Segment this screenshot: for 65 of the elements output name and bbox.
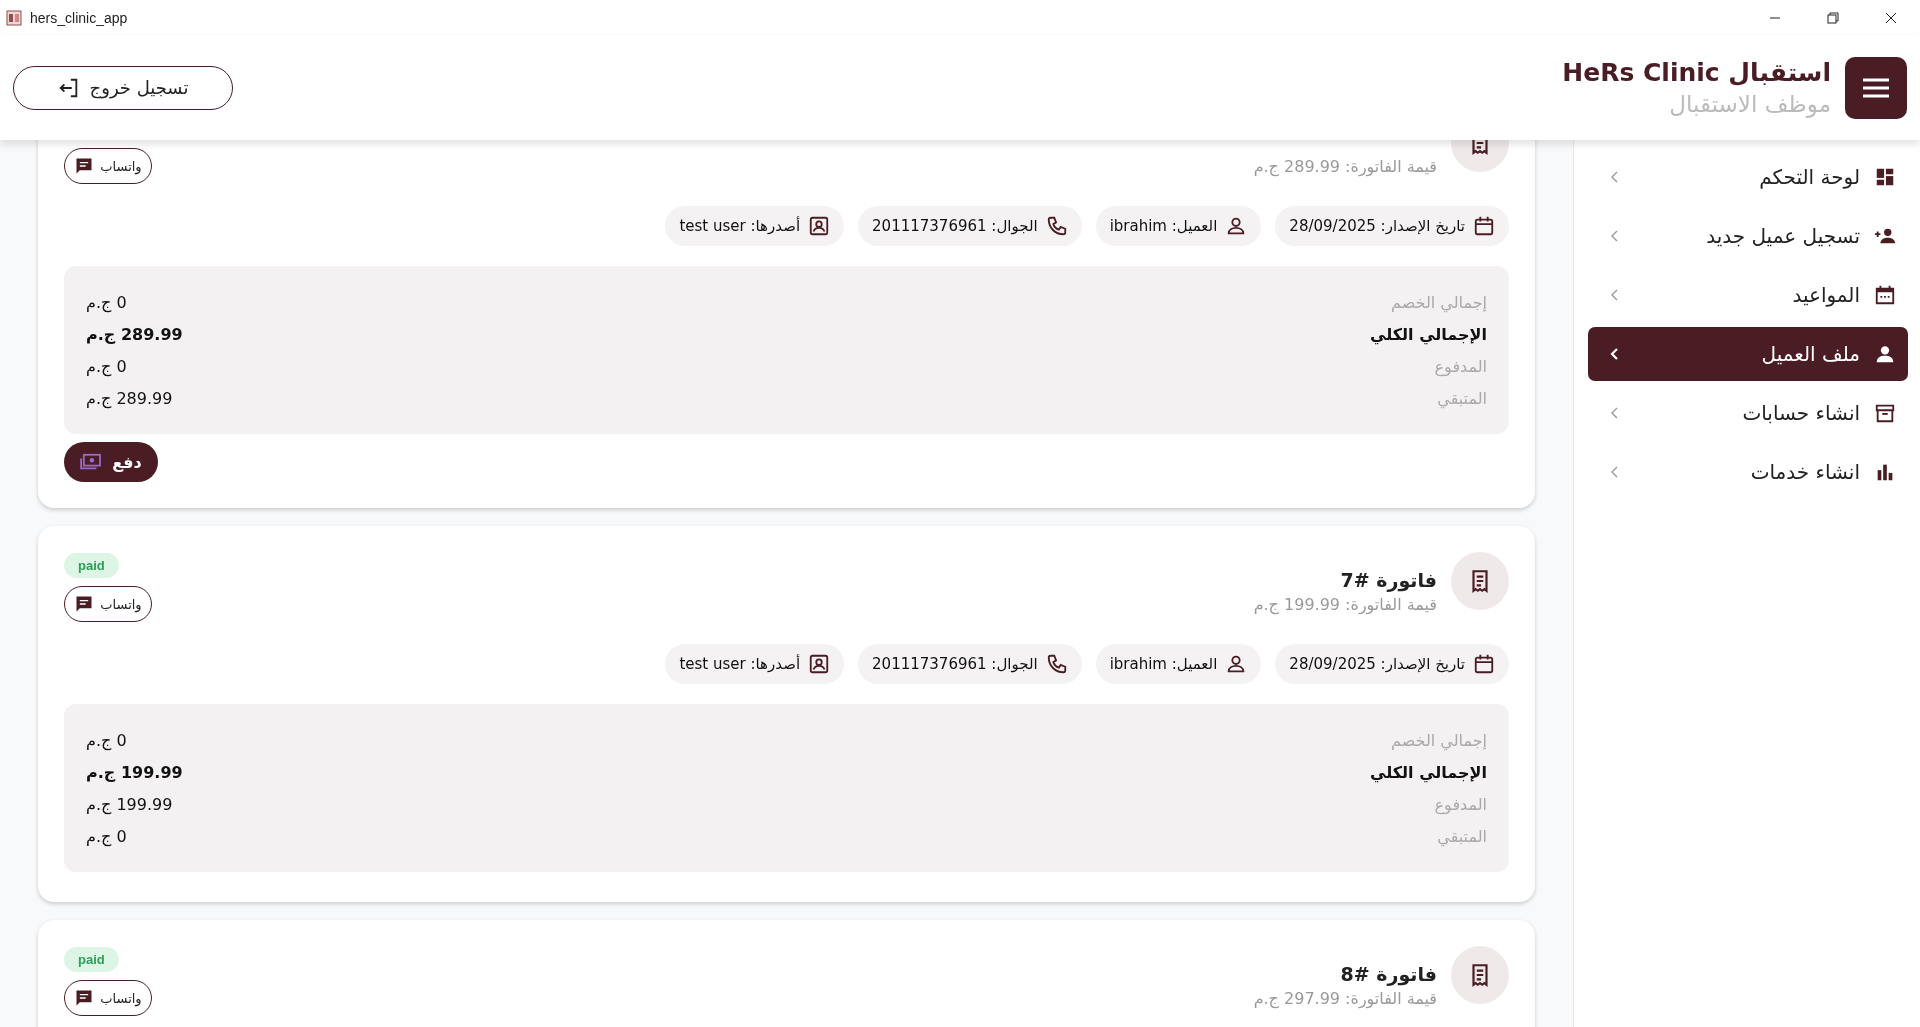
sidebar-item[interactable]: انشاء حسابات bbox=[1588, 386, 1908, 440]
summary-value: 0 ج.م bbox=[86, 730, 127, 750]
summary-value: 199.99 ج.م bbox=[86, 794, 173, 814]
invoice-amount: قيمة الفاتورة: 289.99 ج.م bbox=[1253, 157, 1437, 176]
invoice-title: فاتورة #8 bbox=[1339, 963, 1437, 985]
status-badge: paid bbox=[64, 947, 119, 972]
app-icon bbox=[6, 9, 22, 26]
summary-value: 289.99 ج.م bbox=[86, 388, 173, 408]
restore-icon[interactable] bbox=[1827, 11, 1839, 24]
sidebar-item[interactable]: لوحة التحكم bbox=[1588, 150, 1908, 204]
sidebar-item[interactable]: تسجيل عميل جديد bbox=[1588, 209, 1908, 263]
invoice-amount: قيمة الفاتورة: 199.99 ج.م bbox=[1253, 595, 1437, 614]
calendar-icon bbox=[1874, 284, 1896, 306]
info-chip: أصدرها: test user bbox=[665, 206, 845, 246]
badge-icon bbox=[808, 215, 831, 237]
summary-label: المتبقي bbox=[1437, 826, 1487, 846]
info-chip: العميل: ibrahim bbox=[1095, 644, 1262, 684]
phone-icon bbox=[1045, 653, 1068, 675]
close-icon[interactable] bbox=[1885, 11, 1897, 24]
message-icon bbox=[74, 988, 95, 1008]
summary-value: 199.99 ج.م bbox=[86, 762, 183, 782]
sidebar-item[interactable]: انشاء خدمات bbox=[1588, 445, 1908, 499]
message-icon bbox=[74, 156, 95, 176]
summary-value: 0 ج.م bbox=[86, 292, 127, 312]
summary-label: المتبقي bbox=[1437, 388, 1487, 408]
sidebar-item[interactable]: المواعيد bbox=[1588, 268, 1908, 322]
app-title: استقبال HeRs Clinic bbox=[1562, 58, 1831, 87]
menu-button[interactable] bbox=[1845, 56, 1907, 119]
info-chip: تاريخ الإصدار: 28/09/2025 bbox=[1275, 644, 1509, 684]
sidebar-item[interactable]: ملف العميل bbox=[1588, 327, 1908, 381]
dashboard-icon bbox=[1874, 166, 1896, 188]
menu-icon bbox=[1861, 75, 1891, 100]
info-chip: أصدرها: test user bbox=[665, 644, 845, 684]
whatsapp-button[interactable]: واتساب bbox=[64, 586, 152, 622]
summary-label: إجمالي الخصم bbox=[1391, 730, 1487, 750]
archive-icon bbox=[1874, 402, 1896, 424]
logout-icon bbox=[57, 76, 80, 99]
badge-icon bbox=[808, 653, 831, 675]
status-badge: paid bbox=[64, 553, 119, 578]
summary-label: المدفوع bbox=[1434, 356, 1487, 376]
window-title: hers_clinic_app bbox=[30, 9, 128, 26]
summary-value: 289.99 ج.م bbox=[86, 324, 183, 344]
calendar-icon bbox=[1473, 653, 1495, 675]
info-chip: العميل: ibrahim bbox=[1095, 206, 1262, 246]
summary-label: إجمالي الخصم bbox=[1391, 292, 1487, 312]
summary-label: المدفوع bbox=[1434, 794, 1487, 814]
whatsapp-button[interactable]: واتساب bbox=[64, 980, 152, 1016]
info-chip: الجوال: 201117376961 bbox=[858, 644, 1082, 684]
summary-value: 0 ج.م bbox=[86, 356, 127, 376]
invoice-title: فاتورة #7 bbox=[1339, 569, 1437, 591]
summary-label: الإجمالي الكلي bbox=[1370, 762, 1487, 782]
invoice-amount: قيمة الفاتورة: 297.99 ج.م bbox=[1253, 989, 1437, 1008]
whatsapp-button[interactable]: واتساب bbox=[64, 148, 152, 184]
summary-label: الإجمالي الكلي bbox=[1370, 324, 1487, 344]
message-icon bbox=[74, 594, 95, 614]
phone-icon bbox=[1045, 215, 1068, 237]
pay-button[interactable]: دفع bbox=[64, 442, 158, 482]
money-icon bbox=[80, 453, 103, 471]
info-chip: تاريخ الإصدار: 28/09/2025 bbox=[1275, 206, 1509, 246]
calendar-icon bbox=[1473, 215, 1495, 237]
person-icon bbox=[1874, 343, 1896, 365]
user-role: موظف الاستقبال bbox=[1668, 91, 1831, 117]
info-chip: الجوال: 201117376961 bbox=[858, 206, 1082, 246]
logout-button[interactable]: تسجيل خروج bbox=[13, 65, 233, 110]
summary-value: 0 ج.م bbox=[86, 826, 127, 846]
